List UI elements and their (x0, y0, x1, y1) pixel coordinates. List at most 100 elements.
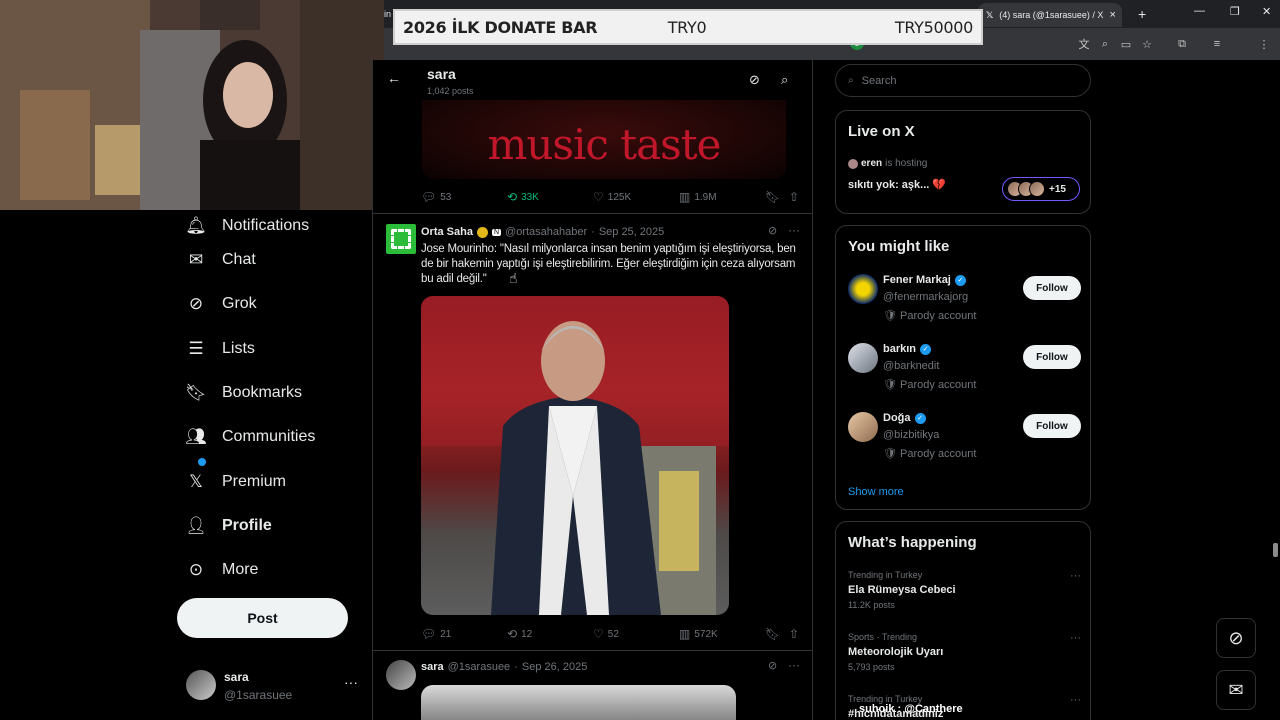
trend-item[interactable]: Trending in Turkey Ela Rümeysa Cebeci 11… (848, 570, 1081, 610)
browser-tab-active[interactable]: 𝕏 (4) sara (@1sarasuee) / X × (978, 3, 1122, 27)
follow-button[interactable]: Follow (1023, 414, 1081, 438)
suggestion-item[interactable]: Doğa ✓ @bizbitikya 🛡︎ Parody account Foll… (848, 412, 1081, 464)
parody-mask-icon: 🛡︎ (883, 379, 901, 391)
more-dots-icon[interactable]: ··· (1070, 694, 1081, 706)
grok-icon[interactable]: ⊘ (749, 72, 760, 88)
grok-icon[interactable]: ⊘ (768, 659, 777, 672)
listener-count: +15 (1049, 183, 1066, 195)
close-icon[interactable]: × (1109, 9, 1115, 21)
suggestion-name-text: Fener Markaj (883, 274, 951, 286)
grok-fab-button[interactable]: ⊘ (1216, 618, 1256, 658)
tweet-photo[interactable] (421, 685, 736, 720)
show-more-link[interactable]: Show more (848, 486, 904, 498)
nav-premium[interactable]: 𝕏 Premium (186, 467, 286, 497)
back-arrow-icon[interactable]: ← (387, 70, 401, 86)
tweet-author[interactable]: sara (421, 661, 444, 673)
nav-notifications[interactable]: 🔔︎ Notifications (185, 211, 309, 241)
more-dots-icon[interactable]: ··· (788, 658, 800, 672)
list-icon: ☰ (188, 339, 204, 358)
tweet-photo[interactable] (421, 296, 729, 615)
extensions-icon[interactable]: ⧉ (1174, 36, 1190, 52)
suggestion-name: Doğa ✓ (883, 412, 926, 424)
reply-button[interactable]: 💬︎ 21 (421, 627, 451, 641)
card-title: What’s happening (848, 534, 977, 551)
translate-icon[interactable]: 文 (1076, 36, 1092, 52)
nav-label: Lists (222, 340, 255, 357)
reading-list-icon[interactable]: ≡ (1209, 36, 1225, 52)
menu-kebab-icon[interactable]: ⋮ (1256, 36, 1272, 52)
like-button[interactable]: ♡ 125K (593, 190, 631, 204)
previous-post-actions: 💬︎ 53 ⟲ 33K ♡ 125K ▥ 1.9M 🔖︎ ⇧ (421, 190, 801, 208)
more-dots-icon[interactable]: ··· (1070, 570, 1081, 582)
trend-item[interactable]: Sports · Trending Meteorolojik Uyarı 5,7… (848, 632, 1081, 672)
mouse-pointer-icon: ☝ (509, 270, 518, 286)
messages-fab-button[interactable]: ✉ (1216, 670, 1256, 710)
nav-lists[interactable]: ☰ Lists (186, 334, 255, 364)
suggestion-item[interactable]: barkın ✓ @barknedit 🛡︎ Parody account Fol… (848, 343, 1081, 395)
follow-button[interactable]: Follow (1023, 345, 1081, 369)
views-button[interactable]: ▥ 1.9M (679, 190, 717, 204)
divider (373, 650, 812, 651)
tweet-date[interactable]: Sep 25, 2025 (599, 226, 664, 238)
tweet-date[interactable]: Sep 26, 2025 (522, 661, 587, 673)
search-box[interactable]: ⌕ (835, 64, 1091, 97)
follow-button[interactable]: Follow (1023, 276, 1081, 300)
search-icon: ⌕ (848, 75, 854, 86)
tweet-handle: @1sarasuee (447, 661, 511, 673)
share-button[interactable]: ⇧ (789, 627, 799, 641)
verified-icon: ✓ (920, 343, 932, 355)
more-dots-icon[interactable]: ··· (788, 223, 800, 237)
tweet-header: sara @1sarasuee · Sep 26, 2025 (421, 659, 587, 675)
search-input[interactable] (861, 74, 1072, 87)
listeners-pill[interactable]: +15 (1002, 177, 1080, 201)
views-button[interactable]: ▥ 572K (679, 627, 718, 641)
account-handle: @1sarasuee (224, 688, 293, 702)
x-favicon-icon: 𝕏 (986, 9, 994, 20)
like-count: 52 (607, 628, 619, 640)
share-button[interactable]: ⇧ (789, 190, 799, 204)
account-switcher[interactable]: sara @1sarasuee ··· (186, 668, 366, 708)
right-sidebar: ⌕ Live on X eren is hosting sıkıtı yok: … (813, 60, 1280, 720)
donate-title: 2026 İLK DONATE BAR (403, 17, 598, 37)
avatar[interactable] (386, 224, 416, 254)
zoom-icon[interactable]: ⌕ (1097, 36, 1113, 52)
nav-more[interactable]: ⊙ More (186, 555, 259, 585)
post-button[interactable]: Post (177, 598, 348, 638)
grok-icon[interactable]: ⊘ (768, 224, 777, 237)
bookmark-button[interactable]: 🔖︎ (765, 627, 780, 641)
reply-button[interactable]: 💬︎ 53 (421, 190, 451, 204)
star-icon[interactable]: ☆ (1139, 36, 1155, 52)
nav-communities[interactable]: 👥︎ Communities (185, 422, 315, 452)
chart-bars-icon: ▥ (679, 190, 691, 204)
minimize-icon[interactable]: — (1194, 5, 1205, 17)
nav-chat[interactable]: ✉ Chat (186, 245, 256, 275)
cast-icon[interactable]: ▭ (1118, 36, 1134, 52)
bookmark-button[interactable]: 🔖︎ (765, 190, 780, 204)
donate-bar: 2026 İLK DONATE BAR TRY0 TRY50000 (393, 9, 983, 45)
host-avatar-icon (848, 158, 858, 169)
tweet-text: Jose Mourinho: "Nasıl milyonlarca insan … (421, 243, 796, 285)
avatar[interactable] (386, 660, 416, 690)
nav-grok[interactable]: ⊘ Grok (186, 289, 257, 319)
repost-button[interactable]: ⟲ 33K (507, 190, 539, 204)
suggestion-item[interactable]: Fener Markaj ✓ @fenermarkajorg 🛡︎ Parody … (848, 274, 1081, 326)
nav-label: Chat (222, 251, 256, 268)
scrollbar[interactable] (1271, 60, 1280, 720)
nav-profile[interactable]: 👤︎ Profile (185, 511, 272, 541)
window-close-icon[interactable]: ✕ (1262, 5, 1271, 18)
like-button[interactable]: ♡ 52 (593, 627, 619, 641)
parody-text: Parody account (900, 310, 977, 322)
new-tab-button[interactable]: + (1138, 6, 1146, 22)
restore-icon[interactable]: ❐ (1230, 5, 1240, 18)
suggestion-handle: @bizbitikya (883, 429, 940, 441)
more-dots-icon[interactable]: ··· (1070, 632, 1081, 644)
space-title[interactable]: sıkıtı yok: aşk... 💔 (848, 178, 946, 191)
more-dots-icon[interactable]: ··· (344, 674, 358, 690)
repost-button[interactable]: ⟲ 12 (507, 627, 532, 641)
search-icon[interactable]: ⌕ (781, 72, 788, 88)
scrollbar-thumb[interactable] (1273, 543, 1278, 557)
media-caption: music taste (487, 120, 722, 169)
tweet-author[interactable]: Orta Saha (421, 226, 473, 238)
previous-post-media[interactable]: music taste (422, 100, 786, 179)
nav-bookmarks[interactable]: 🔖︎ Bookmarks (185, 378, 302, 408)
